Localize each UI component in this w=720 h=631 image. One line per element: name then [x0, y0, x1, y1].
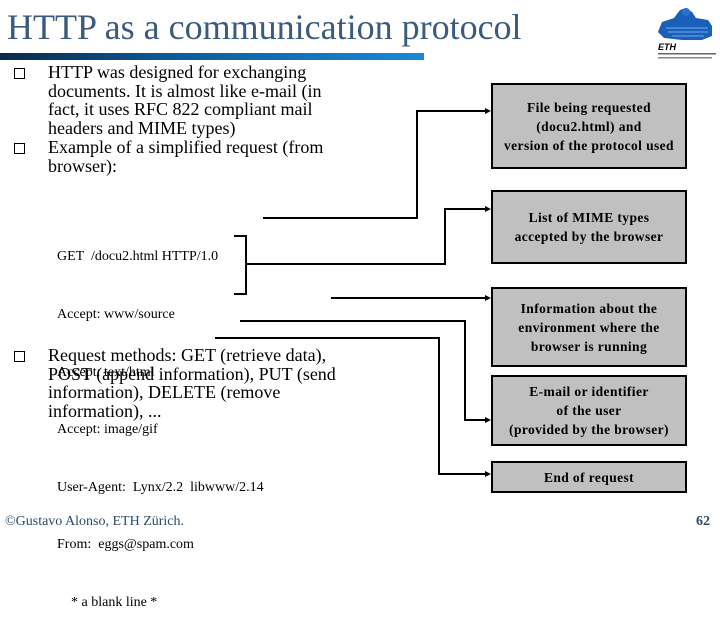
footer-copyright: ©Gustavo Alonso, ETH Zürich.: [5, 514, 185, 529]
request-line: From: eggs@spam.com: [57, 537, 194, 553]
bullet-item: HTTP was designed for exchanging documen…: [14, 63, 344, 137]
bullet-text: Request methods: GET (retrieve data), PO…: [48, 345, 336, 421]
request-line: User-Agent: Lynx/2.2 libwww/2.14: [57, 479, 264, 495]
annotation-box-mime-types: List of MIME types accepted by the brows…: [491, 190, 687, 264]
annotation-box-request-line: File being requested (docu2.html) and ve…: [491, 83, 687, 169]
bullet-text: Example of a simplified request (from br…: [48, 137, 324, 176]
logo-text: ETH: [658, 42, 677, 52]
connector-accept: [247, 208, 488, 265]
annotation-box-from: E-mail or identifier of the user (provid…: [491, 375, 687, 446]
bullet-item: Example of a simplified request (from br…: [14, 138, 344, 175]
square-bullet-icon: [14, 68, 25, 79]
request-line: * a blank line *: [57, 594, 158, 610]
page-number: 62: [696, 514, 710, 529]
square-bullet-icon: [14, 351, 25, 362]
square-bullet-icon: [14, 143, 25, 154]
request-line: GET /docu2.html HTTP/1.0: [57, 249, 219, 265]
annotation-box-user-agent: Information about the environment where …: [491, 287, 687, 367]
slide-title: HTTP as a communication protocol: [7, 7, 522, 47]
bullet-text: HTTP was designed for exchanging documen…: [48, 62, 322, 138]
eth-building-icon: ETH: [658, 8, 716, 59]
eth-logo: ETH: [652, 4, 720, 64]
bullet-list: HTTP was designed for exchanging documen…: [14, 63, 344, 175]
request-line: Accept: image/gif: [57, 422, 158, 438]
bullet-list: Request methods: GET (retrieve data), PO…: [14, 346, 344, 420]
request-line: Accept: www/source: [57, 307, 175, 322]
bullet-item: Request methods: GET (retrieve data), PO…: [14, 346, 344, 420]
annotation-box-end: End of request: [491, 461, 687, 493]
title-underline-bar: [0, 53, 424, 60]
